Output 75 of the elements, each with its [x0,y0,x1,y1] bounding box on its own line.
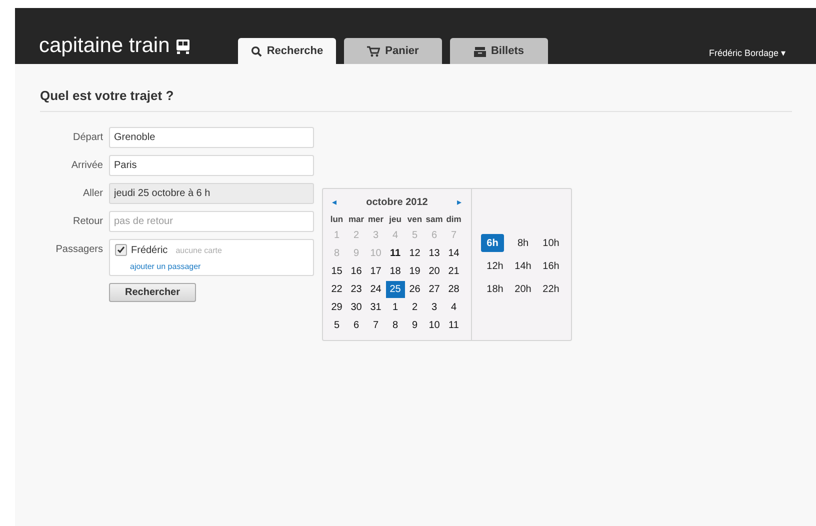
tray-icon [474,46,486,56]
hour-option[interactable]: 20h [509,280,537,298]
calendar-day[interactable]: 10 [424,317,444,334]
calendar-day[interactable]: 22 [327,281,346,298]
weekday-label: mer [366,213,385,226]
hour-option[interactable]: 10h [537,234,565,252]
calendar-day[interactable]: 5 [327,317,346,334]
search-button[interactable]: Rechercher [109,283,196,302]
hour-option[interactable]: 6h [481,234,504,252]
hour-option[interactable]: 16h [537,257,565,275]
previous-month-button[interactable]: ◂ [332,197,337,207]
month-title: octobre 2012 [366,196,428,208]
weekday-label: jeu [388,213,402,226]
text-field[interactable]: Paris [109,155,314,176]
calendar-day[interactable]: 1 [386,299,405,316]
nav-tab[interactable]: Recherche [238,38,336,64]
add-passenger-link[interactable]: ajouter un passager [130,262,308,271]
weekday-label: dim [445,213,462,226]
calendar-day[interactable]: 24 [366,281,386,298]
weekday-label: sam [424,213,444,226]
field-label: Départ [72,131,103,145]
calendar-day[interactable]: 23 [346,281,366,298]
next-month-button[interactable]: ▸ [456,197,462,207]
hour-option[interactable]: 22h [537,280,565,298]
calendar-day[interactable]: 7 [366,317,386,334]
logo-text: capitaine train [39,34,170,58]
checkbox[interactable] [115,244,127,256]
weekday-label: lun [329,213,344,226]
hour-option[interactable]: 14h [509,257,537,275]
field-label: Aller [82,187,103,201]
section-title: Quel est votre trajet ? [40,88,792,112]
calendar-day[interactable]: 31 [366,299,386,316]
calendar-day[interactable]: 26 [405,281,424,298]
hour-option[interactable]: 8h [509,234,537,252]
weekday-label: ven [406,213,424,226]
text-field[interactable]: pas de retour [109,211,314,232]
calendar-day[interactable]: 28 [444,281,464,298]
calendar-day[interactable]: 2 [405,299,424,316]
hour-option[interactable]: 18h [481,280,509,298]
calendar-day[interactable]: 27 [424,281,444,298]
card-note: aucune carte [176,246,222,254]
weekday-label: mar [347,213,366,226]
train-icon [176,38,190,54]
calendar-day[interactable]: 4 [444,299,464,316]
search-icon [250,46,262,56]
calendar-day[interactable]: 8 [386,317,405,334]
calendar-day[interactable]: 6 [346,317,366,334]
field-label: Arrivée [70,159,103,173]
field-label: Passagers [54,243,103,257]
calendar-day[interactable]: 30 [346,299,366,316]
calendar-day[interactable]: 21 [444,263,464,280]
calendar-day[interactable]: 3 [424,299,444,316]
user-menu[interactable]: Frédéric Bordage ▾ [708,48,786,58]
calendar-day[interactable]: 9 [405,317,424,334]
cart-icon [367,46,380,56]
calendar-day[interactable]: 19 [405,263,424,280]
nav-tab[interactable]: Panier [344,38,442,64]
calendar-day[interactable]: 16 [346,263,366,280]
hour-option[interactable]: 12h [481,257,509,275]
calendar-day[interactable]: 29 [327,299,346,316]
calendar-day[interactable]: 11 [444,317,464,334]
calendar-day[interactable]: 25 [386,281,405,298]
calendar-day[interactable]: 13 [424,245,444,262]
calendar-day[interactable]: 14 [444,245,464,262]
calendar-day[interactable]: 20 [424,263,444,280]
nav-tab[interactable]: Billets [450,38,548,64]
field-label: Retour [72,215,103,229]
calendar-day[interactable]: 18 [386,263,405,280]
calendar-day[interactable]: 11 [386,245,405,262]
calendar-day[interactable]: 12 [405,245,424,262]
text-field[interactable]: jeudi 25 octobre à 6 h [109,183,314,204]
calendar-day[interactable]: 17 [366,263,386,280]
text-field[interactable]: Grenoble [109,127,314,148]
calendar-day[interactable]: 15 [327,263,346,280]
passenger-name: Frédéric [131,244,168,256]
